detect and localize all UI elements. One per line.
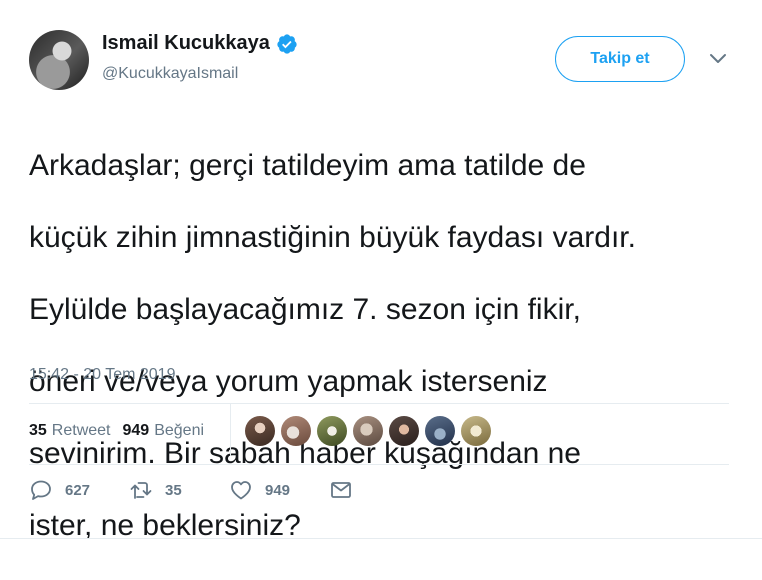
stats-separator	[230, 404, 231, 456]
retweets-stat[interactable]: 35 Retweet	[29, 422, 111, 440]
liker-avatar[interactable]	[461, 416, 491, 446]
likes-stat[interactable]: 949 Beğeni	[123, 422, 205, 440]
author-name[interactable]: Ismail Kucukkaya	[102, 32, 270, 55]
likes-count: 949	[122, 422, 150, 439]
author-handle[interactable]: @KucukkayaIsmail	[102, 65, 238, 83]
liker-avatar[interactable]	[389, 416, 419, 446]
message-action[interactable]	[329, 478, 365, 502]
liker-avatar[interactable]	[245, 416, 275, 446]
tweet-card: Ismail Kucukkaya @KucukkayaIsmail Takip …	[0, 0, 762, 543]
retweets-count: 35	[29, 422, 47, 439]
like-action[interactable]: 949	[229, 478, 329, 502]
envelope-icon	[331, 482, 351, 498]
engagement-stats: 35 Retweet 949 Beğeni	[29, 422, 216, 440]
retweet-count: 35	[165, 481, 182, 499]
like-count: 949	[265, 481, 291, 499]
tweet-text: Arkadaşlar; gerçi tatildeyim ama tatilde…	[29, 112, 749, 580]
liker-avatar[interactable]	[353, 416, 383, 446]
reply-count: 627	[65, 481, 91, 499]
follow-button[interactable]: Takip et	[555, 36, 685, 82]
tweet-timestamp[interactable]: 15:42 - 20 Tem 2019	[29, 366, 175, 384]
tweet-text-line: Eylülde başlayacağımız 7. sezon için fik…	[29, 293, 581, 326]
author-row: Ismail Kucukkaya	[102, 32, 298, 55]
liker-avatar[interactable]	[317, 416, 347, 446]
divider	[29, 464, 729, 465]
verified-badge-icon	[277, 33, 297, 54]
tweet-actions: 627 35 949	[29, 478, 365, 502]
avatar[interactable]	[29, 30, 89, 90]
divider	[29, 403, 729, 404]
chevron-down-icon[interactable]	[709, 53, 727, 65]
retweets-label: Retweet	[51, 422, 111, 439]
tweet-text-line: Arkadaşlar; gerçi tatildeyim ama tatilde…	[29, 149, 586, 182]
liker-avatar[interactable]	[425, 416, 455, 446]
liker-avatar[interactable]	[281, 416, 311, 446]
bottom-divider	[0, 538, 762, 539]
heart-icon	[231, 481, 251, 500]
reply-icon	[31, 480, 51, 500]
tweet-text-line: küçük zihin jimnastiğinin büyük faydası …	[29, 221, 636, 254]
likers-avatars	[245, 416, 497, 446]
retweet-icon	[130, 482, 152, 499]
likes-label: Beğeni	[154, 422, 205, 439]
reply-action[interactable]: 627	[29, 478, 129, 502]
retweet-action[interactable]: 35	[129, 478, 229, 502]
